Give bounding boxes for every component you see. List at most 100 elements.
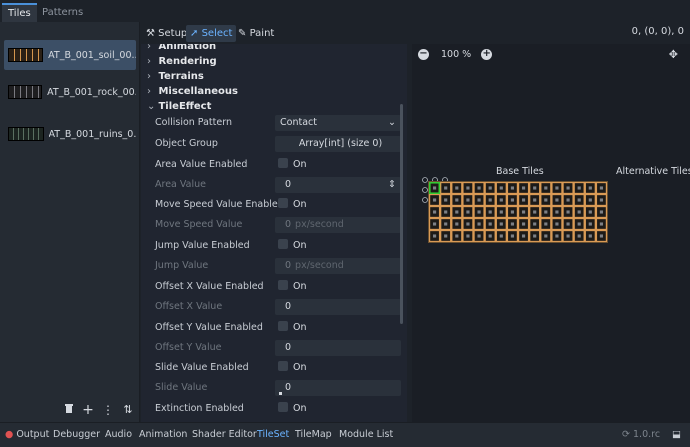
tab-shader-editor[interactable]: Shader Editor bbox=[192, 429, 257, 440]
tile-marker bbox=[432, 210, 437, 214]
prop-label: Area Value Enabled bbox=[155, 159, 248, 170]
prop-object-group: Object Group Array[int] (size 0) bbox=[141, 134, 403, 154]
section-miscellaneous[interactable]: › Miscellaneous bbox=[141, 84, 403, 99]
inspector-scrollbar[interactable] bbox=[400, 104, 403, 324]
tile-marker bbox=[455, 186, 459, 190]
prop-jump-value-enabled: Jump Value Enabled On bbox=[141, 236, 403, 256]
tile-marker bbox=[488, 234, 492, 238]
bottom-panel-bar: ● Output Debugger Audio Animation Shader… bbox=[0, 422, 690, 447]
prop-label: Offset X Value Enabled bbox=[155, 281, 264, 292]
prop-move-speed-value-enabled: Move Speed Value Enabled On bbox=[141, 195, 403, 215]
zoom-in-icon[interactable]: + bbox=[481, 48, 493, 60]
move-speed-enabled-checkbox[interactable]: On bbox=[275, 197, 401, 213]
offset-x-value-field[interactable]: 0 bbox=[275, 299, 401, 315]
collision-pattern-dropdown[interactable]: Contact ⌄ bbox=[275, 115, 401, 131]
tab-tilemap[interactable]: TileMap bbox=[295, 429, 332, 440]
tab-module-list[interactable]: Module List bbox=[339, 429, 393, 440]
tab-output[interactable]: ● Output bbox=[5, 429, 49, 440]
source-item-rock[interactable]: AT_B_001_rock_00.... bbox=[4, 77, 136, 107]
extinction-enabled-checkbox[interactable]: On bbox=[275, 401, 401, 417]
select-button[interactable]: ➚ Select bbox=[186, 25, 237, 42]
offset-x-enabled-checkbox[interactable]: On bbox=[275, 279, 401, 295]
zoom-out-icon[interactable]: − bbox=[418, 48, 429, 60]
jump-value-field[interactable]: 0 px/second bbox=[275, 258, 401, 274]
atlas-preview[interactable]: − 100 % + ✥ Base Tiles Alternative Tiles bbox=[412, 44, 690, 422]
source-item-ruins[interactable]: AT_B_001_ruins_0... bbox=[4, 119, 136, 149]
tab-animation[interactable]: Animation bbox=[139, 429, 187, 440]
layout-icon[interactable]: ⬓ bbox=[672, 429, 681, 440]
trash-icon[interactable] bbox=[62, 403, 76, 417]
paint-button[interactable]: ✎ Paint bbox=[234, 25, 278, 42]
offset-y-value-field[interactable]: 0 bbox=[275, 340, 401, 356]
tile-marker bbox=[499, 186, 503, 190]
tile-marker bbox=[466, 186, 470, 190]
prop-offset-x-value: Offset X Value 0 bbox=[141, 297, 403, 317]
alternative-tiles-label: Alternative Tiles bbox=[616, 166, 690, 177]
tile-marker bbox=[466, 234, 470, 238]
tile-marker bbox=[521, 198, 526, 202]
tile-marker bbox=[533, 186, 537, 190]
tile-marker bbox=[488, 210, 492, 214]
center-view-icon[interactable]: ✥ bbox=[669, 48, 678, 61]
tile-marker bbox=[488, 186, 492, 190]
tile-marker bbox=[444, 198, 448, 202]
tile-marker bbox=[555, 222, 559, 226]
tab-audio[interactable]: Audio bbox=[105, 429, 132, 440]
object-group-button[interactable]: Array[int] (size 0) bbox=[275, 136, 401, 152]
tile-marker bbox=[510, 234, 515, 238]
top-tab-bar: Tiles Patterns bbox=[0, 0, 690, 22]
tab-debugger[interactable]: Debugger bbox=[53, 429, 100, 440]
area-value-enabled-checkbox[interactable]: On bbox=[275, 157, 401, 173]
zoom-level: 100 % bbox=[441, 48, 472, 60]
source-item-soil[interactable]: AT_B_001_soil_00.... bbox=[4, 40, 136, 70]
prop-label: Offset Y Value Enabled bbox=[155, 322, 263, 333]
setup-label: Setup bbox=[158, 28, 188, 39]
prop-label: Jump Value bbox=[155, 260, 209, 271]
prop-extinction-enabled: Extinction Enabled On bbox=[141, 399, 403, 419]
prop-slide-value-enabled: Slide Value Enabled On bbox=[141, 358, 403, 378]
cursor-icon: ➚ bbox=[190, 28, 199, 39]
prop-offset-y-value: Offset Y Value 0 bbox=[141, 338, 403, 358]
chevron-down-icon: ⌄ bbox=[147, 101, 156, 112]
tile-marker bbox=[566, 222, 570, 226]
offset-y-enabled-checkbox[interactable]: On bbox=[275, 320, 401, 336]
tile-marker bbox=[544, 222, 548, 226]
jump-value-enabled-checkbox[interactable]: On bbox=[275, 238, 401, 254]
paint-label: Paint bbox=[249, 28, 275, 39]
section-terrains[interactable]: › Terrains bbox=[141, 69, 403, 84]
prop-move-speed-value: Move Speed Value 0 px/second bbox=[141, 215, 403, 235]
kebab-menu-icon[interactable]: ⋮ bbox=[101, 403, 115, 417]
tile-marker bbox=[544, 186, 548, 190]
tab-patterns[interactable]: Patterns bbox=[36, 3, 89, 22]
tile-marker bbox=[566, 210, 570, 214]
tab-tiles[interactable]: Tiles bbox=[2, 3, 37, 22]
tile-marker bbox=[488, 198, 492, 202]
tile-atlas-grid[interactable] bbox=[428, 181, 608, 243]
source-name: AT_B_001_rock_00.... bbox=[47, 86, 136, 98]
chevron-down-icon: ⌄ bbox=[388, 117, 396, 128]
section-tileeffect[interactable]: ⌄ TileEffect bbox=[141, 99, 403, 114]
prop-label: Offset Y Value bbox=[155, 342, 222, 353]
move-speed-value-field[interactable]: 0 px/second bbox=[275, 217, 401, 233]
tile-marker bbox=[499, 198, 503, 202]
tile-marker bbox=[455, 210, 459, 214]
sort-icon[interactable]: ⇅ bbox=[121, 403, 135, 417]
section-animation[interactable]: › Animation bbox=[141, 44, 403, 54]
area-value-spinbox[interactable]: 0 ⇕ bbox=[275, 177, 401, 193]
tile-marker bbox=[432, 222, 437, 226]
base-tiles-label: Base Tiles bbox=[496, 166, 544, 177]
tile-marker bbox=[533, 198, 537, 202]
plus-icon[interactable]: + bbox=[81, 403, 95, 417]
error-dot-icon: ● bbox=[5, 429, 14, 440]
tab-tileset[interactable]: TileSet bbox=[257, 429, 289, 440]
slide-value-slider[interactable]: 0 bbox=[275, 380, 401, 396]
tile-marker bbox=[432, 198, 437, 202]
prop-slide-value: Slide Value 0 bbox=[141, 378, 403, 398]
tile-marker bbox=[599, 210, 604, 214]
slider-handle[interactable] bbox=[279, 392, 282, 395]
tile-marker bbox=[444, 222, 448, 226]
setup-button[interactable]: ⚒ Setup bbox=[142, 25, 191, 42]
wrench-icon: ⚒ bbox=[146, 28, 155, 39]
slide-value-enabled-checkbox[interactable]: On bbox=[275, 360, 401, 376]
section-rendering[interactable]: › Rendering bbox=[141, 54, 403, 69]
